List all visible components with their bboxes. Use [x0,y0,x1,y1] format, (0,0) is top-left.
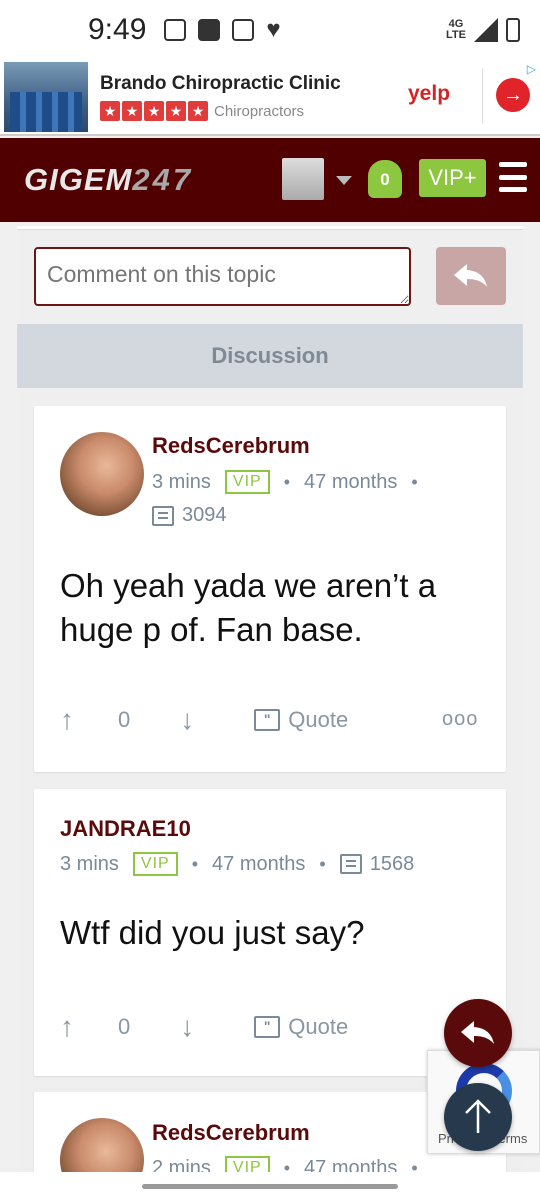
facebook-icon [198,19,221,41]
downvote-icon[interactable]: ↓ [180,1011,194,1043]
reply-icon [454,264,487,287]
system-nav-bar [0,1172,540,1200]
upvote-icon[interactable]: ↑ [60,704,74,736]
post-meta: 3 mins VIP • 47 months • [152,470,418,494]
post-card: RedsCerebrum 3 mins VIP • 47 months • 30… [34,406,506,772]
post-username[interactable]: JANDRAE10 [60,816,191,842]
submit-comment-button[interactable] [436,247,506,305]
upvote-icon[interactable]: ↑ [60,1011,74,1043]
post-score: 0 [118,1014,131,1039]
arrow-right-icon[interactable]: → [496,78,530,112]
heart-icon: ♥ [266,16,281,43]
quote-button[interactable]: " Quote [254,707,348,733]
star-rating: ★ ★ ★ ★ ★ [100,101,208,121]
star-icon: ★ [166,101,186,121]
ad-category: Chiropractors [214,102,305,120]
comment-count: 1568 [369,852,415,875]
gallery-icon [232,19,255,41]
ad-image [4,62,88,132]
status-time: 9:49 [88,13,147,46]
message-icon [152,505,174,526]
star-icon: ★ [144,101,164,121]
star-icon: ★ [188,101,208,121]
more-options-icon[interactable]: ooo [442,708,478,731]
quote-button[interactable]: " Quote [254,1014,348,1040]
downvote-icon[interactable]: ↓ [180,704,194,736]
vip-badge: VIP [224,470,270,494]
post-tenure: 47 months [212,852,306,875]
post-card: JANDRAE10 3 mins VIP • 47 months • 1568 … [34,789,506,1076]
scroll-to-top-button[interactable] [444,1083,512,1151]
comment-input[interactable] [34,247,411,306]
adchoices-icon[interactable]: ▷ [527,62,536,76]
post-actions: ↑ 0 ↓ " Quote [60,704,348,736]
post-time: 3 mins [60,852,119,875]
screen-record-icon [164,19,187,41]
chevron-down-icon[interactable] [336,176,352,185]
battery-icon [506,18,520,42]
quote-icon: " [254,1016,281,1038]
discussion-heading: Discussion [17,324,523,388]
reply-icon [461,1021,494,1044]
yelp-logo: yelp [408,82,451,105]
vip-badge: VIP [132,852,178,876]
ad-title: Brando Chiropractic Clinic [100,73,341,94]
post-meta: 3 mins VIP • 47 months • 1568 [60,852,415,876]
arrow-up-icon [465,1099,491,1133]
post-body: Oh yeah yada we aren’t a huge p of. Fan … [60,567,437,648]
post-score: 0 [118,707,131,732]
status-bar: 9:49 ♥ 4G LTE [0,0,540,60]
star-icon: ★ [122,101,142,121]
site-header: GIGEM247 0 VIP+ [0,138,540,222]
home-handle[interactable] [142,1184,398,1189]
floating-reply-button[interactable] [444,999,512,1067]
comment-count: 3094 [152,504,227,527]
site-logo[interactable]: GIGEM247 [24,162,193,198]
vip-plus-button[interactable]: VIP+ [419,159,486,197]
network-type-icon: 4G LTE [446,18,466,41]
user-avatar[interactable] [60,432,144,516]
message-icon [339,854,362,874]
post-tenure: 47 months [304,470,398,493]
post-username[interactable]: RedsCerebrum [152,1120,310,1146]
user-avatar[interactable] [282,158,324,200]
ad-banner[interactable]: Brando Chiropractic Clinic ★ ★ ★ ★ ★ Chi… [0,60,540,136]
post-time: 3 mins [152,470,211,493]
menu-icon[interactable] [499,162,527,192]
post-body: Wtf did you just say? [60,914,365,951]
post-username[interactable]: RedsCerebrum [152,433,310,459]
ad-rating: ★ ★ ★ ★ ★ Chiropractors [100,101,341,121]
quote-icon: " [254,709,281,731]
signal-icon [474,18,498,42]
notification-count: 0 [380,170,390,189]
post-actions: ↑ 0 ↓ " Quote [60,1011,348,1043]
notification-bell-icon[interactable]: 0 [368,160,402,198]
comment-composer [17,222,523,324]
star-icon: ★ [100,101,120,121]
